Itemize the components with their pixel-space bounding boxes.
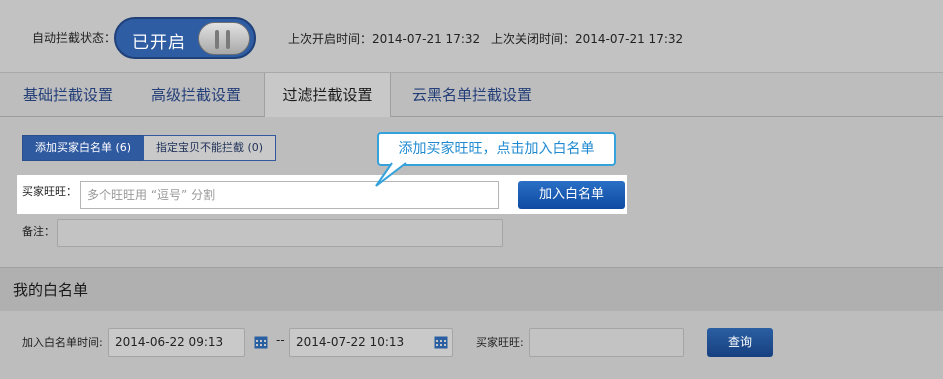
tooltip-pointer xyxy=(375,162,407,187)
subtab-buyer-whitelist[interactable]: 添加买家白名单 (6) xyxy=(22,135,144,161)
knob-grip-line xyxy=(215,30,219,49)
date-from-input[interactable]: 2014-06-22 09:13 xyxy=(108,328,245,357)
auto-intercept-toggle[interactable]: 已开启 xyxy=(114,17,256,59)
whitelist-header xyxy=(0,267,943,311)
tab-advanced-intercept[interactable]: 高级拦截设置 xyxy=(138,73,254,117)
buyer-wangwang-input[interactable]: 多个旺旺用 “逗号” 分割 xyxy=(80,181,499,209)
calendar-icon[interactable] xyxy=(434,335,448,349)
tab-bar: 基础拦截设置 高级拦截设置 过滤拦截设置 云黑名单拦截设置 xyxy=(0,73,943,118)
whitelist-buyer-input[interactable] xyxy=(529,328,684,357)
whitelist-title: 我的白名单 xyxy=(13,281,89,299)
tab-basic-intercept[interactable]: 基础拦截设置 xyxy=(10,73,126,117)
toggle-knob-icon xyxy=(198,22,250,55)
knob-grip-line xyxy=(226,30,230,49)
calendar-icon[interactable] xyxy=(254,335,268,349)
remark-input[interactable] xyxy=(57,219,503,247)
tab-cloud-blacklist[interactable]: 云黑名单拦截设置 xyxy=(402,73,542,117)
tab-filter-intercept[interactable]: 过滤拦截设置 xyxy=(264,73,391,118)
last-close-time: 上次关闭时间：2014-07-21 17:32 xyxy=(491,32,684,46)
add-to-whitelist-button[interactable]: 加入白名单 xyxy=(518,181,625,209)
auto-intercept-status-label: 自动拦截状态： xyxy=(32,31,117,45)
buyer-wangwang-label: 买家旺旺： xyxy=(22,185,77,198)
toggle-state-text: 已开启 xyxy=(132,33,186,53)
whitelist-buyer-label: 买家旺旺: xyxy=(476,336,524,349)
date-range-separator: -- xyxy=(276,333,285,347)
join-time-label: 加入白名单时间: xyxy=(22,336,103,349)
query-button[interactable]: 查询 xyxy=(707,328,773,357)
remark-label: 备注： xyxy=(22,225,55,238)
last-open-time: 上次开启时间：2014-07-21 17:32 xyxy=(288,32,481,46)
date-to-input[interactable]: 2014-07-22 10:13 xyxy=(289,328,453,357)
subtab-protected-items[interactable]: 指定宝贝不能拦截 (0) xyxy=(143,135,276,161)
hint-tooltip: 添加买家旺旺，点击加入白名单 xyxy=(377,132,616,166)
